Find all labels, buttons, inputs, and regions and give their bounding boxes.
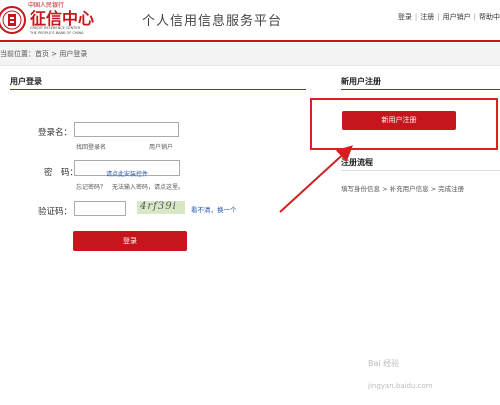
watermark: Bai 经验 bbox=[368, 359, 400, 368]
annotation-arrow-icon bbox=[279, 145, 353, 213]
watermark-url: jingyan.baidu.com bbox=[368, 382, 433, 390]
